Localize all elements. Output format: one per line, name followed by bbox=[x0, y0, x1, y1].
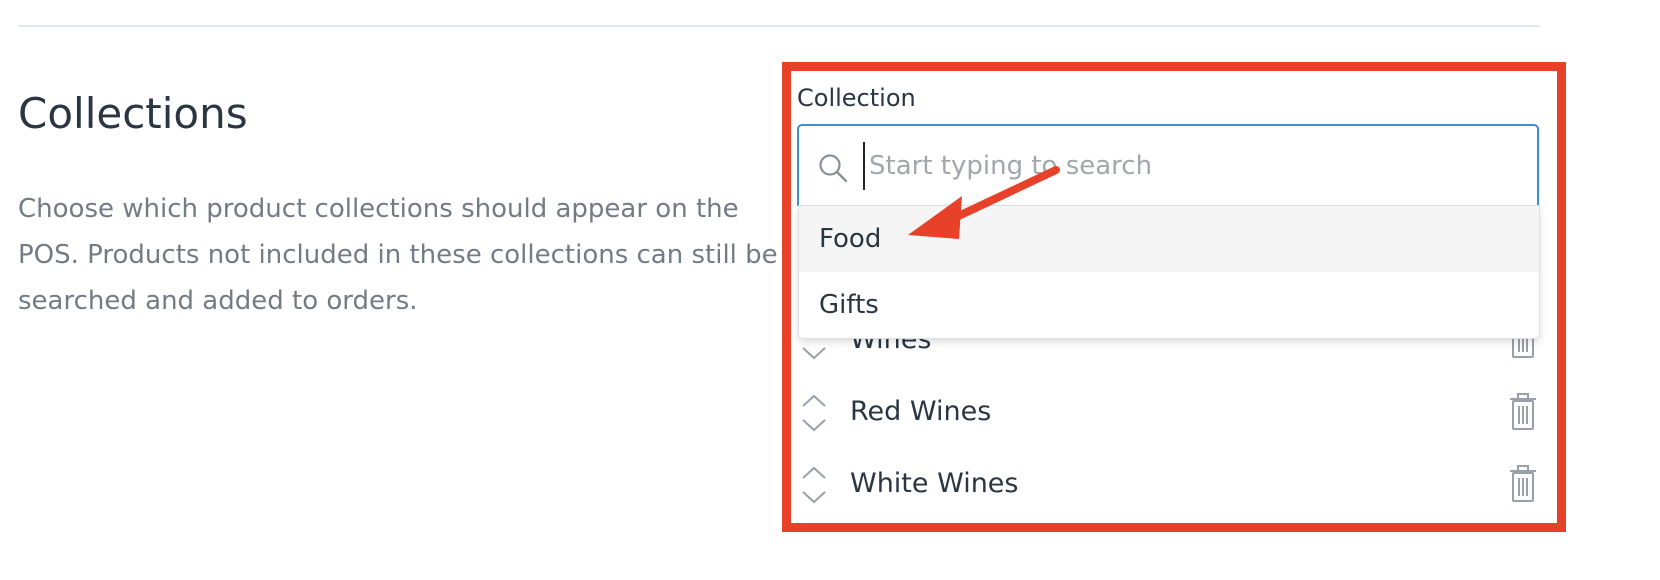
section-title: Collections bbox=[18, 89, 248, 138]
dropdown-option-gifts[interactable]: Gifts bbox=[799, 272, 1539, 338]
section-description: Choose which product collections should … bbox=[18, 194, 778, 316]
collection-name: White Wines bbox=[850, 468, 1019, 499]
collection-search-box[interactable] bbox=[797, 124, 1539, 206]
sort-handle-icon[interactable] bbox=[799, 462, 829, 508]
search-icon bbox=[819, 154, 848, 183]
dropdown-option-food[interactable]: Food bbox=[799, 206, 1539, 272]
trash-icon[interactable] bbox=[1507, 464, 1539, 504]
trash-icon[interactable] bbox=[1507, 392, 1539, 432]
collection-dropdown-menu: Food Gifts bbox=[798, 205, 1540, 339]
collection-field-label: Collection bbox=[797, 84, 916, 112]
top-divider bbox=[18, 25, 1540, 27]
collection-row: White Wines bbox=[797, 454, 1542, 514]
sort-handle-icon[interactable] bbox=[799, 390, 829, 436]
collection-name: Red Wines bbox=[850, 396, 992, 427]
collection-row: Red Wines bbox=[797, 382, 1542, 442]
collection-search-input[interactable] bbox=[863, 142, 1519, 190]
